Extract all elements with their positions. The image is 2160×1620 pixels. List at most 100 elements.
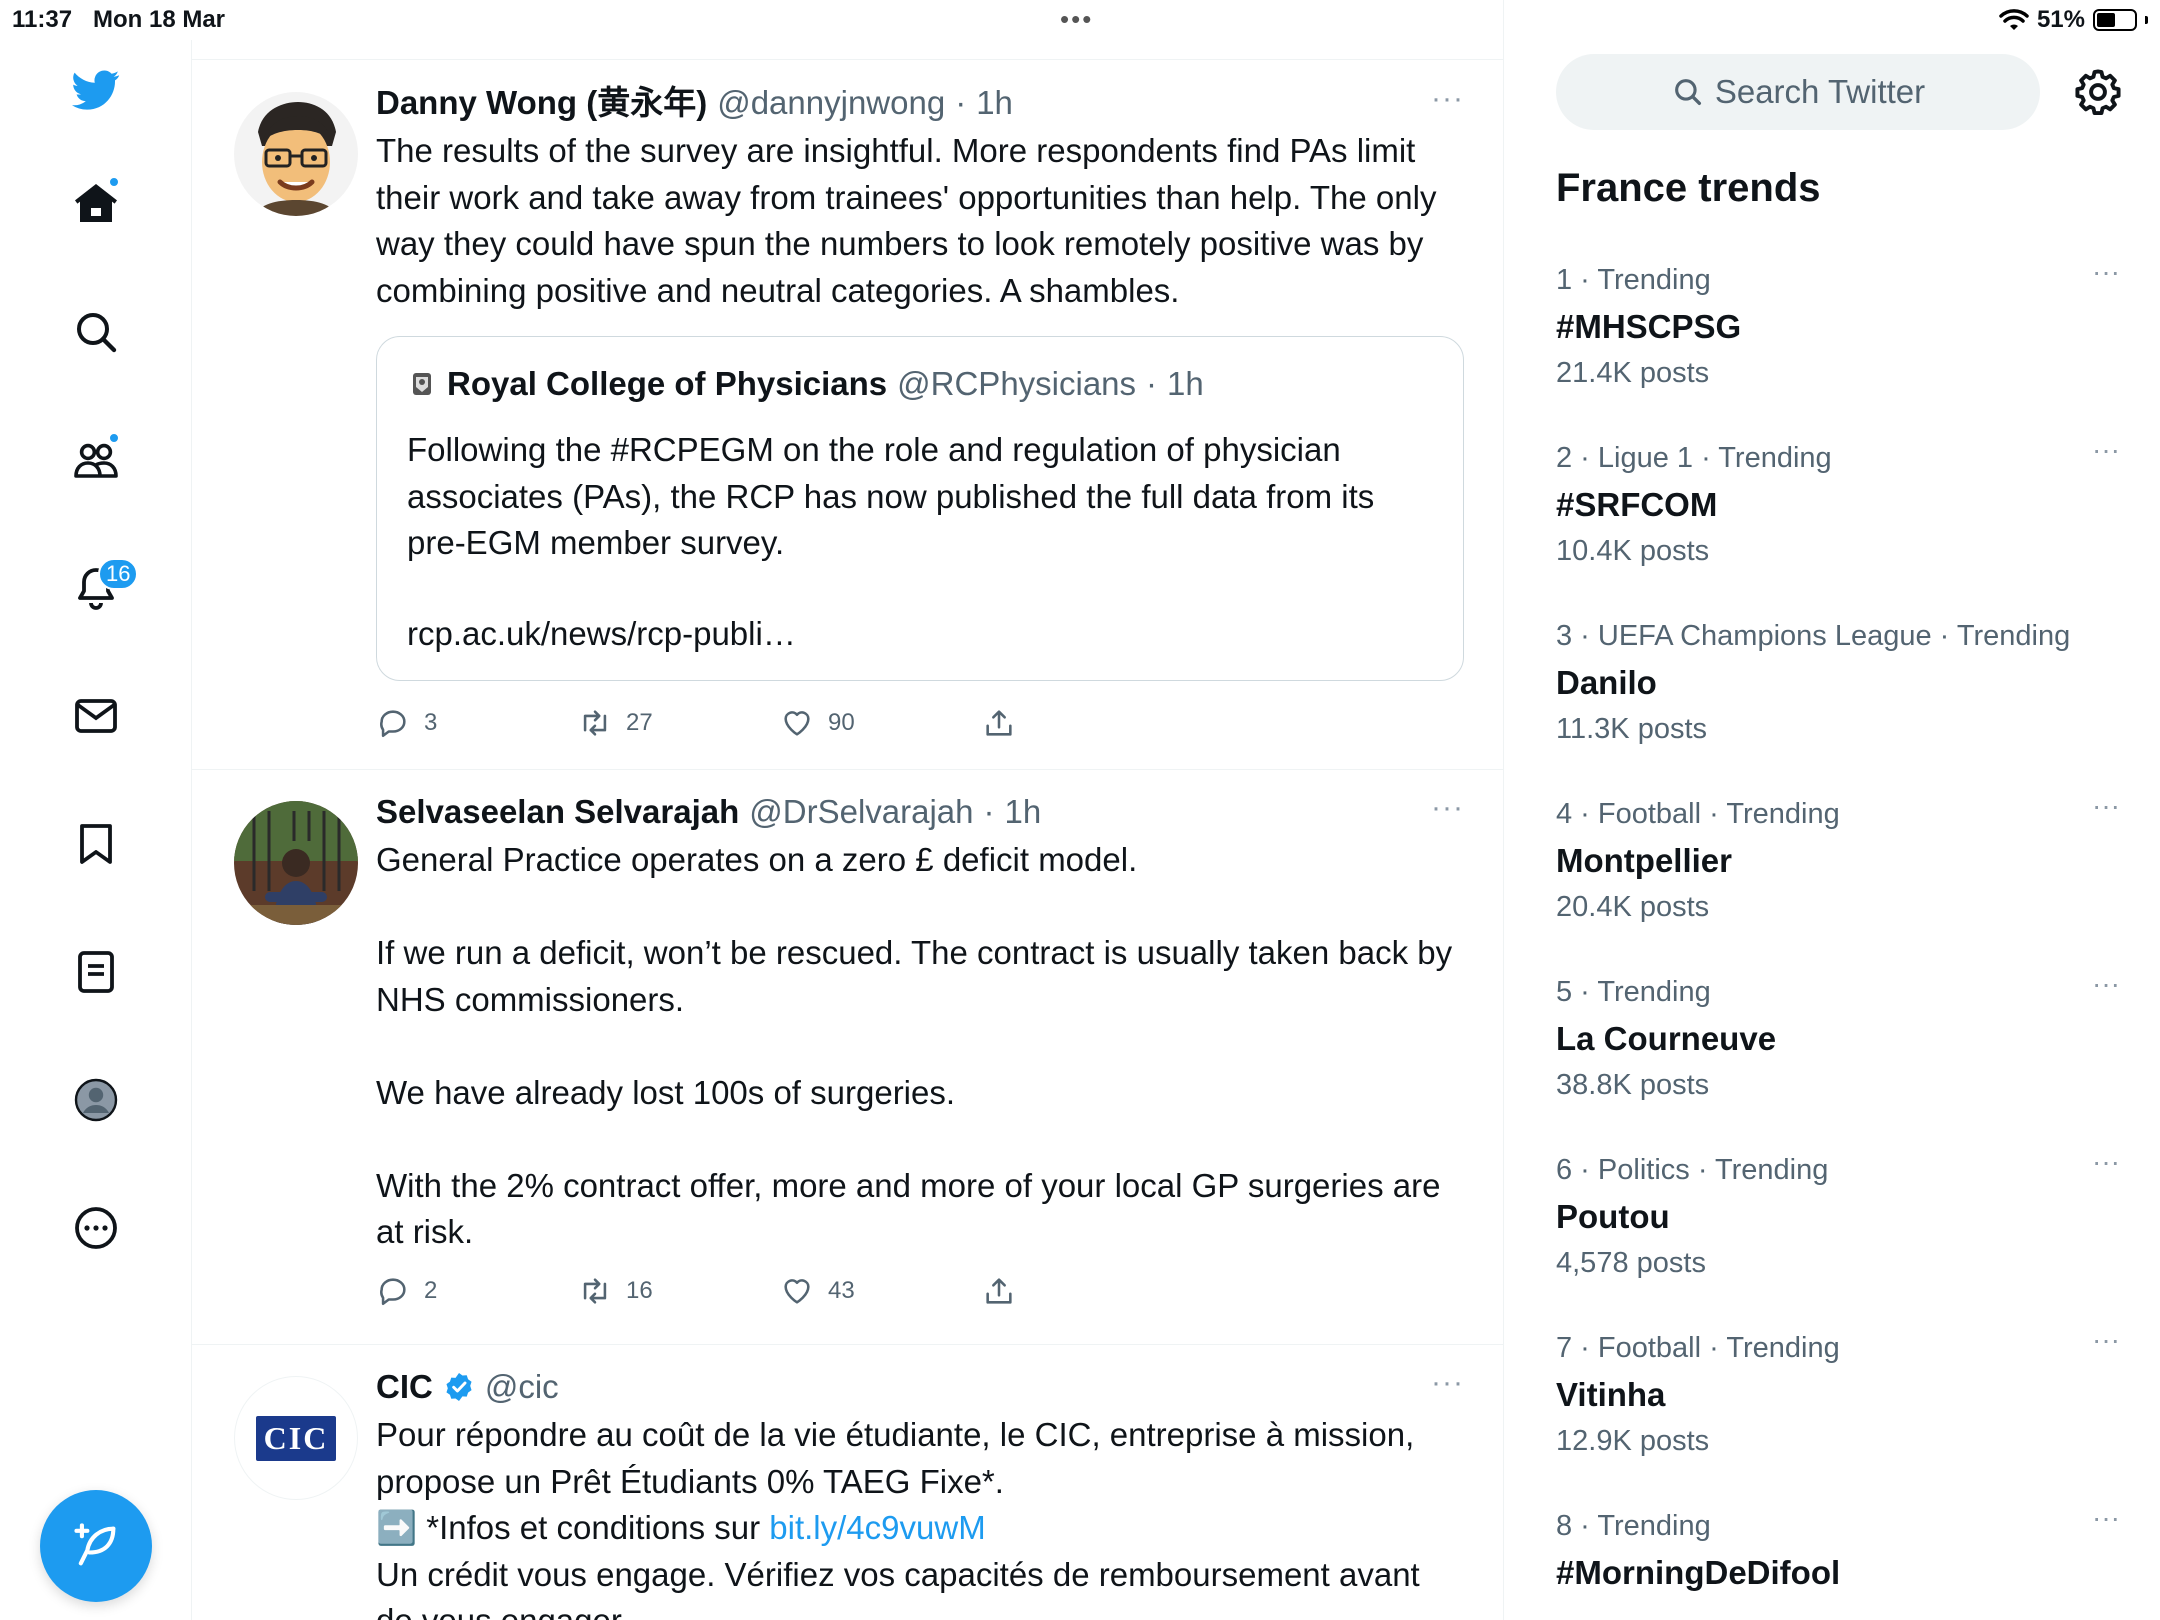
reply-icon <box>380 710 406 738</box>
author-handle[interactable]: @cic <box>485 1366 559 1408</box>
tweet-header: Danny Wong (黄永年) @dannyjnwong · 1h <box>376 82 1464 124</box>
search-input[interactable]: Search Twitter <box>1556 54 2040 130</box>
trend-item[interactable]: 6 · Politics · Trending Poutou 4,578 pos… <box>1556 1146 2120 1281</box>
tweet-timestamp[interactable]: 1h <box>976 82 1013 124</box>
separator: · <box>983 793 995 830</box>
retweet-count: 27 <box>626 709 653 736</box>
search-icon <box>1674 79 1701 106</box>
trend-meta: 3 · UEFA Champions League · Trending <box>1556 620 2071 652</box>
trend-name: Danilo <box>1556 664 1657 701</box>
tweet-header: CIC @cic <box>376 1366 1464 1408</box>
retweet-button[interactable]: 27 <box>578 706 780 740</box>
right-sidebar: Search Twitter France trends 1 · Trendin… <box>1504 0 2160 1620</box>
reply-count: 2 <box>424 1277 438 1304</box>
author-name[interactable]: Danny Wong (黄永年) <box>376 82 707 124</box>
explore-search-icon[interactable] <box>58 294 134 370</box>
trend-count: 11.3K posts <box>1556 713 1708 745</box>
communities-icon[interactable] <box>58 422 134 498</box>
trend-name: #MHSCPSG <box>1556 308 1742 345</box>
timeline-header <box>192 0 1503 60</box>
tweet-text-disclaimer: Un crédit vous engage. Vérifiez vos capa… <box>376 1555 1420 1620</box>
trend-name: #MorningDeDifool <box>1556 1554 1841 1591</box>
like-button[interactable]: 43 <box>780 1274 982 1308</box>
home-icon[interactable] <box>58 166 134 242</box>
trend-item[interactable]: 7 · Football · Trending Vitinha 12.9K po… <box>1556 1324 2120 1459</box>
retweet-count: 16 <box>626 1277 653 1304</box>
tweet-timestamp[interactable]: 1h <box>1005 791 1042 833</box>
share-button[interactable] <box>982 706 1184 740</box>
like-button[interactable]: 90 <box>780 706 982 740</box>
compose-feather-icon <box>74 1523 116 1566</box>
trend-item[interactable]: 4 · Football · Trending Montpellier 20.4… <box>1556 790 2120 925</box>
retweet-icon <box>583 1278 607 1304</box>
retweet-button[interactable]: 16 <box>578 1274 780 1308</box>
avatar[interactable] <box>234 92 358 216</box>
separator: · <box>955 84 967 121</box>
rcp-crest-icon <box>413 373 431 395</box>
quoted-author-handle[interactable]: @RCPhysicians <box>897 363 1136 405</box>
messages-mail-icon[interactable] <box>58 678 134 754</box>
tweet[interactable]: Danny Wong (黄永年) @dannyjnwong · 1h ··· T… <box>192 60 1503 770</box>
author-name[interactable]: Selvaseelan Selvarajah <box>376 791 739 833</box>
tweet[interactable]: Selvaseelan Selvarajah @DrSelvarajah · 1… <box>192 771 1503 1345</box>
trend-count: 20.4K posts <box>1556 891 1710 923</box>
heart-icon <box>784 711 810 736</box>
reply-button[interactable]: 3 <box>376 706 578 740</box>
trend-more-icon[interactable]: ··· <box>2092 1146 2120 1178</box>
trend-name: La Courneuve <box>1556 1020 1777 1057</box>
trend-item[interactable]: 1 · Trending #MHSCPSG 21.4K posts ··· <box>1556 256 2120 391</box>
twitter-logo-icon[interactable] <box>58 52 134 128</box>
tweet[interactable]: CIC CIC @cic ··· Pour répondre au coût d… <box>192 1346 1503 1620</box>
avatar[interactable]: CIC <box>234 1376 358 1500</box>
like-count: 90 <box>828 709 855 736</box>
quoted-tweet-link[interactable]: rcp.ac.uk/news/rcp-publi… <box>407 611 1433 658</box>
notifications-bell-icon[interactable]: 16 <box>58 550 139 626</box>
reply-count: 3 <box>424 709 438 736</box>
author-handle[interactable]: @DrSelvarajah <box>749 791 973 833</box>
trend-meta: 4 · Football · Trending <box>1556 798 1840 830</box>
trend-meta: 6 · Politics · Trending <box>1556 1154 1829 1186</box>
more-options-icon[interactable]: ··· <box>1431 1366 1464 1400</box>
trend-item[interactable]: 2 · Ligue 1 · Trending #SRFCOM 10.4K pos… <box>1556 434 2120 569</box>
profile-avatar-icon[interactable] <box>58 1062 134 1138</box>
bookmarks-icon[interactable] <box>58 806 134 882</box>
trend-more-icon[interactable]: ··· <box>2092 1324 2120 1356</box>
trend-name: Montpellier <box>1556 842 1733 879</box>
trend-meta: 7 · Football · Trending <box>1556 1332 1840 1364</box>
separator: · <box>1146 365 1158 402</box>
tweet-text: General Practice operates on a zero £ de… <box>376 841 1453 1250</box>
trend-meta: 5 · Trending <box>1556 976 1711 1008</box>
quoted-tweet-text: Following the #RCPEGM on the role and re… <box>407 431 1384 561</box>
author-handle[interactable]: @dannyjnwong <box>717 82 945 124</box>
avatar[interactable] <box>234 801 358 925</box>
share-button[interactable] <box>982 1274 1184 1308</box>
trend-more-icon[interactable]: ··· <box>2092 968 2120 1000</box>
quoted-author-name[interactable]: Royal College of Physicians <box>447 363 887 405</box>
more-options-icon[interactable]: ··· <box>1431 791 1464 825</box>
trend-more-icon[interactable]: ··· <box>2092 790 2120 822</box>
quoted-tweet[interactable]: Royal College of Physicians @RCPhysician… <box>376 336 1464 681</box>
more-options-icon[interactable]: ··· <box>1431 82 1464 116</box>
quoted-tweet-timestamp[interactable]: 1h <box>1167 363 1204 405</box>
trend-item[interactable]: 3 · UEFA Champions League · Trending Dan… <box>1556 618 2116 747</box>
tweet-text: Pour répondre au coût de la vie étudiant… <box>376 1416 1424 1500</box>
tweet-text: The results of the survey are insightful… <box>376 132 1446 309</box>
settings-gear-icon[interactable] <box>2072 66 2124 118</box>
trend-count: 12.9K posts <box>1556 1425 1710 1457</box>
lists-icon[interactable] <box>58 934 134 1010</box>
more-options-icon[interactable] <box>58 1190 134 1266</box>
compose-tweet-button[interactable] <box>40 1490 152 1602</box>
quoted-tweet-header: Royal College of Physicians @RCPhysician… <box>407 363 1204 405</box>
trend-more-icon[interactable]: ··· <box>2092 434 2120 466</box>
trend-more-icon[interactable]: ··· <box>2092 256 2120 288</box>
trend-more-icon[interactable]: ··· <box>2092 1502 2120 1534</box>
trend-name: Poutou <box>1556 1198 1670 1235</box>
communities-unread-dot <box>108 432 120 444</box>
author-name[interactable]: CIC <box>376 1366 433 1408</box>
like-count: 43 <box>828 1277 855 1304</box>
trend-item[interactable]: 5 · Trending La Courneuve 38.8K posts ··… <box>1556 968 2120 1103</box>
trend-item[interactable]: 8 · Trending #MorningDeDifool ··· <box>1556 1502 2120 1593</box>
reply-button[interactable]: 2 <box>376 1274 578 1308</box>
trend-meta: 8 · Trending <box>1556 1510 1711 1542</box>
tweet-link[interactable]: bit.ly/4c9vuwM <box>769 1509 985 1546</box>
